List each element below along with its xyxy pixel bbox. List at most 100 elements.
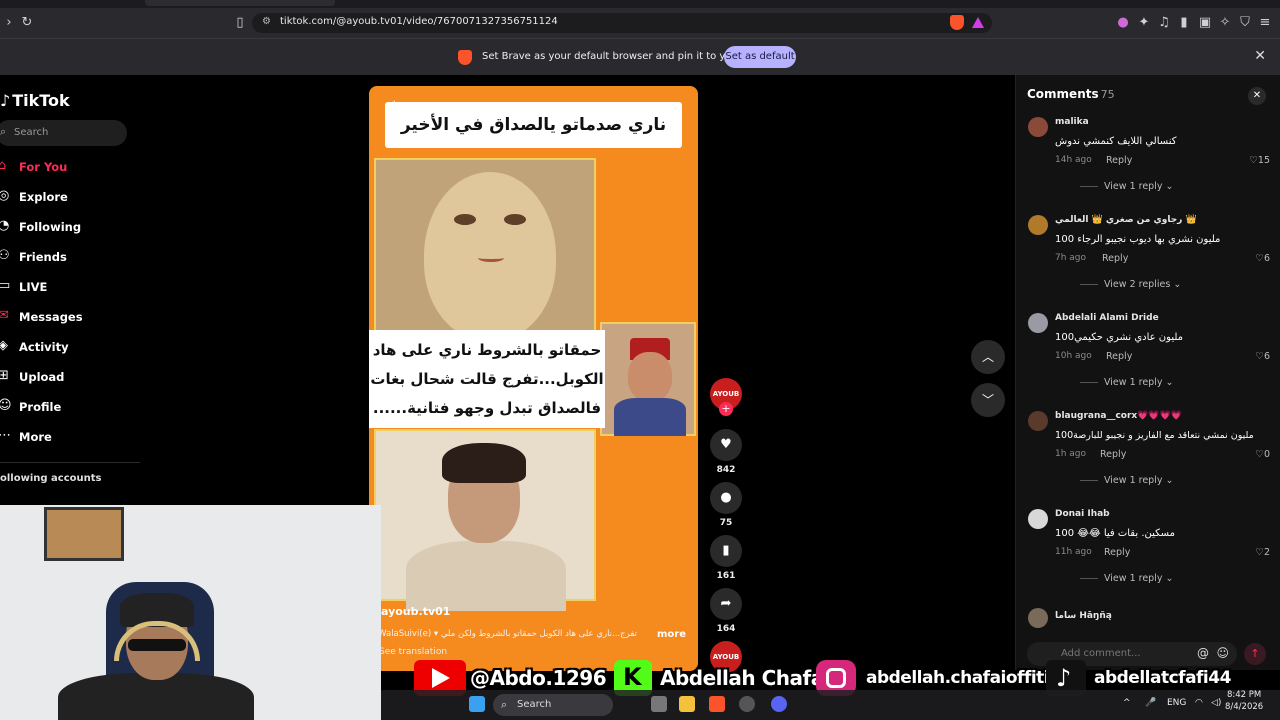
brave-rewards-icon[interactable] bbox=[972, 17, 984, 28]
video-author[interactable]: ayoub.tv01 bbox=[381, 605, 450, 618]
wall-picture-frame bbox=[44, 507, 124, 561]
taskbar-search[interactable]: ⌕ Search bbox=[493, 694, 613, 716]
follow-plus-icon[interactable]: + bbox=[719, 402, 733, 416]
avatar[interactable] bbox=[1028, 117, 1048, 137]
comments-count: 75 bbox=[1100, 88, 1115, 101]
sidebar-item-more[interactable]: ⋯ More bbox=[0, 425, 140, 449]
view-replies-label: View 1 reply bbox=[1104, 181, 1163, 192]
search-icon: ⌕ bbox=[0, 125, 7, 138]
comment-like[interactable]: ♡6 bbox=[1255, 253, 1270, 264]
close-comments-icon[interactable]: ✕ bbox=[1248, 87, 1266, 105]
view-replies-button[interactable]: View 1 reply ⌄ bbox=[1080, 377, 1173, 388]
view-replies-button[interactable]: View 1 reply ⌄ bbox=[1080, 573, 1173, 584]
menu-icon[interactable]: ≡ bbox=[1256, 14, 1274, 32]
reply-button[interactable]: Reply bbox=[1102, 253, 1128, 264]
previous-video-button[interactable]: ︿ bbox=[971, 340, 1005, 374]
brave-taskbar-icon[interactable] bbox=[709, 696, 725, 712]
reload-icon[interactable]: ↻ bbox=[18, 14, 36, 32]
wifi-icon[interactable]: ◠ bbox=[1195, 698, 1203, 708]
sidebar-item-profile[interactable]: ☺ Profile bbox=[0, 395, 140, 419]
url-text: tiktok.com/@ayoub.tv01/video/76700713273… bbox=[280, 16, 558, 27]
more-link[interactable]: more bbox=[657, 629, 686, 640]
sidebar-toggle-icon[interactable]: ▮ bbox=[1175, 14, 1193, 32]
view-replies-button[interactable]: View 1 reply ⌄ bbox=[1080, 475, 1173, 486]
address-bar[interactable]: ⚙ tiktok.com/@ayoub.tv01/video/767007132… bbox=[252, 13, 992, 33]
mention-icon[interactable]: @ bbox=[1197, 646, 1209, 660]
extension-shield-icon[interactable]: ● bbox=[1114, 14, 1132, 32]
microphone-icon[interactable]: 🎤 bbox=[1145, 698, 1156, 708]
taskbar-clock[interactable]: 8:42 PM 8/4/2026 bbox=[1225, 689, 1263, 713]
active-tab[interactable] bbox=[145, 0, 335, 6]
comment-like-count: 2 bbox=[1263, 547, 1270, 558]
wallet-icon[interactable]: ▣ bbox=[1196, 14, 1214, 32]
comment-icon[interactable]: ● bbox=[710, 482, 742, 514]
tab-strip bbox=[0, 0, 1280, 8]
file-explorer-icon[interactable] bbox=[679, 696, 695, 712]
set-default-button[interactable]: Set as default bbox=[724, 46, 796, 68]
avatar[interactable] bbox=[1028, 509, 1048, 529]
close-icon[interactable]: ✕ bbox=[1254, 48, 1266, 64]
sidebar-item-label: Upload bbox=[19, 370, 65, 384]
comment-like[interactable]: ♡0 bbox=[1255, 449, 1270, 460]
bookmark-icon[interactable]: ▯ bbox=[231, 14, 249, 32]
chevron-down-icon: ⌄ bbox=[1165, 377, 1174, 388]
forward-icon[interactable]: › bbox=[0, 14, 18, 32]
task-view-icon[interactable] bbox=[651, 696, 667, 712]
bookmark-icon[interactable]: ▮ bbox=[710, 535, 742, 567]
vpn-icon[interactable]: ⛉ bbox=[1236, 14, 1254, 32]
search-input[interactable]: ⌕ Search bbox=[0, 120, 127, 146]
share-icon[interactable]: ➦ bbox=[710, 588, 742, 620]
media-icon[interactable]: ♫ bbox=[1155, 14, 1173, 32]
sidebar-item-messages[interactable]: ✉ Messages bbox=[0, 305, 140, 329]
avatar[interactable] bbox=[1028, 411, 1048, 431]
comment-like[interactable]: ♡2 bbox=[1255, 547, 1270, 558]
send-icon[interactable]: ↑ bbox=[1244, 643, 1266, 665]
brave-shields-icon[interactable] bbox=[950, 15, 964, 30]
comment-username[interactable]: malika bbox=[1055, 117, 1089, 127]
see-translation-link[interactable]: See translation bbox=[379, 647, 447, 657]
divider bbox=[1080, 382, 1098, 383]
video-player[interactable]: ◀) ناري صدماتو يالصداق في الأخير حمقاتو … bbox=[369, 86, 698, 671]
view-replies-button[interactable]: View 2 replies ⌄ bbox=[1080, 279, 1181, 290]
avatar[interactable] bbox=[1028, 215, 1048, 235]
settings-taskbar-icon[interactable] bbox=[739, 696, 755, 712]
sidebar-item-following[interactable]: ◔ Following bbox=[0, 215, 140, 239]
extensions-icon[interactable]: ✦ bbox=[1135, 14, 1153, 32]
comment-like[interactable]: ♡15 bbox=[1249, 155, 1270, 166]
comment-username[interactable]: ﺳﺎﻣﺎ Hāŋñą bbox=[1055, 611, 1112, 621]
like-count: 842 bbox=[716, 465, 736, 475]
emoji-icon[interactable]: ☺ bbox=[1216, 646, 1229, 660]
sidebar-item-upload[interactable]: ⊞ Upload bbox=[0, 365, 140, 389]
tray-chevron-icon[interactable]: ^ bbox=[1123, 698, 1131, 708]
sidebar-item-activity[interactable]: ◈ Activity bbox=[0, 335, 140, 359]
comment-username[interactable]: Abdelali Alami Dride bbox=[1055, 313, 1159, 323]
potato-image bbox=[374, 158, 596, 340]
comment-username[interactable]: blaugrana__corx💗💗💗💗 bbox=[1055, 411, 1182, 421]
reply-button[interactable]: Reply bbox=[1100, 449, 1126, 460]
view-replies-button[interactable]: View 1 reply ⌄ bbox=[1080, 181, 1173, 192]
reply-button[interactable]: Reply bbox=[1106, 351, 1132, 362]
sidebar-item-explore[interactable]: ◎ Explore bbox=[0, 185, 140, 209]
next-video-button[interactable]: ﹀ bbox=[971, 383, 1005, 417]
heart-icon[interactable]: ♥ bbox=[710, 429, 742, 461]
comment-username[interactable]: رجاوي من صغري 👑 العالمي 👑 bbox=[1055, 215, 1197, 225]
discord-icon[interactable] bbox=[771, 696, 787, 712]
comment-username[interactable]: Donai Ihab bbox=[1055, 509, 1110, 519]
site-info-icon[interactable]: ⚙ bbox=[262, 16, 271, 27]
leo-icon[interactable]: ✧ bbox=[1216, 14, 1234, 32]
avatar[interactable] bbox=[1028, 608, 1048, 628]
sidebar-item-live[interactable]: ▭ LIVE bbox=[0, 275, 140, 299]
comment-time: 11h ago bbox=[1055, 547, 1092, 557]
messages-icon: ✉ bbox=[0, 308, 9, 323]
reply-button[interactable]: Reply bbox=[1106, 155, 1132, 166]
avatar[interactable] bbox=[1028, 313, 1048, 333]
sidebar-item-for-you[interactable]: ⌂ For You bbox=[0, 155, 140, 179]
start-icon[interactable] bbox=[469, 696, 485, 712]
comment-like[interactable]: ♡6 bbox=[1255, 351, 1270, 362]
activity-icon: ◈ bbox=[0, 338, 8, 353]
sidebar-item-friends[interactable]: ⚇ Friends bbox=[0, 245, 140, 269]
reply-button[interactable]: Reply bbox=[1104, 547, 1130, 558]
language-indicator[interactable]: ENG bbox=[1167, 698, 1186, 708]
tiktok-logo[interactable]: ♪ TikTok bbox=[0, 91, 70, 110]
volume-tray-icon[interactable]: ◁) bbox=[1211, 698, 1221, 708]
